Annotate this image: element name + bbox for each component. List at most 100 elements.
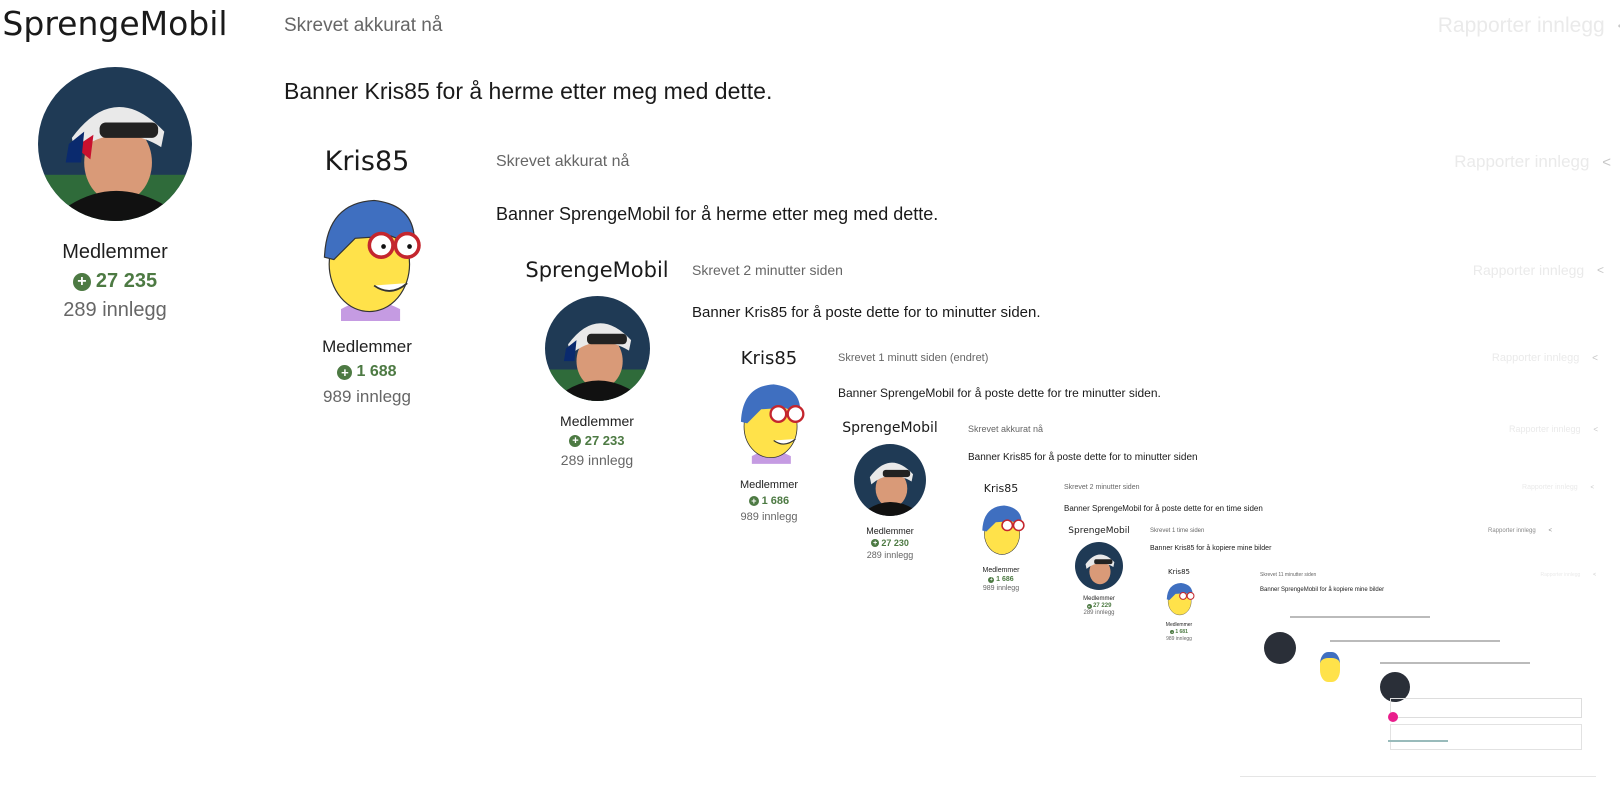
member-group: Medlemmer: [982, 567, 1020, 574]
post-meta: Skrevet 2 minutter siden Rapporter innle…: [692, 262, 1604, 278]
avatar[interactable]: [544, 296, 650, 401]
posted-time[interactable]: Skrevet akkurat nå: [496, 153, 629, 171]
report-post-link[interactable]: Rapporter innlegg: [1473, 262, 1584, 278]
post-body: Skrevet 2 minutter siden Rapporter innle…: [1064, 484, 1594, 513]
plus-circle-icon: +: [748, 496, 759, 506]
author-name[interactable]: Kris85: [1168, 568, 1190, 576]
share-icon[interactable]: <: [1548, 528, 1552, 534]
plus-circle-icon: +: [988, 576, 995, 583]
posted-time[interactable]: Skrevet 1 time siden: [1150, 528, 1204, 534]
share-icon[interactable]: <: [1593, 572, 1596, 578]
post-actions: Rapporter innlegg <: [1454, 152, 1611, 172]
post-actions: Rapporter innlegg <: [1492, 352, 1598, 364]
post-count: 989 innlegg: [323, 387, 411, 406]
reputation-value: 27 233: [584, 433, 625, 448]
reputation-value: 1 686: [761, 495, 790, 507]
plus-circle-icon: +: [1170, 630, 1175, 634]
post-body: Skrevet 1 time siden Rapporter innlegg <…: [1150, 528, 1552, 552]
posted-time[interactable]: Skrevet 2 minutter siden: [1064, 484, 1139, 491]
posted-time[interactable]: Skrevet akkurat nå: [284, 15, 442, 37]
posted-time[interactable]: Skrevet 2 minutter siden: [692, 262, 843, 278]
avatar[interactable]: [975, 501, 1027, 559]
posted-time[interactable]: Skrevet akkurat nå: [968, 424, 1043, 434]
post-count: 289 innlegg: [63, 299, 167, 321]
author-name[interactable]: Kris85: [984, 482, 1019, 495]
divider: [1240, 776, 1596, 777]
share-icon[interactable]: <: [1597, 263, 1604, 277]
author-name[interactable]: Kris85: [741, 348, 798, 369]
post-meta: Skrevet akkurat nå Rapporter innlegg <: [968, 424, 1598, 434]
avatar[interactable]: [1162, 580, 1196, 618]
skier-avatar-image: [854, 444, 926, 516]
post-content: Banner Kris85 for å herme etter meg med …: [284, 78, 773, 104]
post-body: Skrevet 2 minutter siden Rapporter innle…: [692, 262, 1604, 321]
reputation-value: 1 681: [1175, 629, 1188, 635]
author-name[interactable]: SprengeMobil: [525, 258, 668, 282]
post-body: Skrevet 1 minutt siden (endret) Rapporte…: [838, 352, 1598, 400]
report-post-link[interactable]: Rapporter innlegg: [1488, 528, 1536, 534]
post-count: 289 innlegg: [1083, 610, 1115, 616]
avatar[interactable]: [854, 444, 926, 516]
member-group: Medlemmer: [1083, 596, 1115, 602]
post-content: Banner SprengeMobil for å poste dette fo…: [838, 386, 1161, 400]
report-post-link[interactable]: Rapporter innlegg: [1541, 572, 1581, 578]
posted-time[interactable]: Skrevet 11 minutter siden: [1260, 572, 1316, 578]
post-meta: Skrevet 2 minutter siden Rapporter innle…: [1064, 484, 1594, 491]
post-body: Skrevet akkurat nå Rapporter innlegg < B…: [496, 152, 1611, 225]
skier-avatar-image: [38, 67, 192, 221]
author-panel: SprengeMobil Medlemmer + 27 230 289 innl…: [840, 420, 940, 560]
post-actions: Rapporter innlegg <: [1488, 528, 1552, 534]
avatar[interactable]: [1075, 542, 1123, 590]
member-group: Medlemmer: [62, 241, 168, 263]
share-icon[interactable]: <: [1592, 353, 1598, 364]
post-count: 989 innlegg: [982, 585, 1020, 592]
nested-thread-remainder: [1240, 600, 1596, 780]
reputation: + 1 686: [988, 576, 1014, 583]
post-actions: Rapporter innlegg <: [1541, 572, 1596, 578]
post-count: 289 innlegg: [866, 550, 914, 560]
plus-circle-icon: +: [1086, 603, 1092, 609]
cartoon-avatar-image: [740, 384, 805, 464]
avatar[interactable]: [307, 191, 427, 321]
avatar[interactable]: [38, 67, 192, 221]
share-icon[interactable]: <: [1602, 154, 1611, 171]
post-actions: Rapporter innlegg <: [1522, 484, 1594, 491]
author-panel: SprengeMobil Medlemmer + 27 229 289 innl…: [1064, 526, 1134, 616]
skier-avatar-image: [544, 296, 650, 401]
post-content: Banner SprengeMobil for å herme etter me…: [496, 204, 939, 224]
report-post-link[interactable]: Rapporter innlegg: [1454, 152, 1589, 172]
text-line: [1290, 616, 1430, 618]
reputation: + 1 686: [748, 495, 790, 507]
author-name[interactable]: Kris85: [325, 146, 410, 177]
author-panel: SprengeMobil Medlemmer + 27 233 289 innl…: [514, 258, 680, 468]
post-count: 289 innlegg: [560, 452, 634, 468]
post-meta: Skrevet 1 minutt siden (endret) Rapporte…: [838, 352, 1598, 364]
plus-circle-icon: +: [337, 364, 353, 380]
skier-avatar-image: [1075, 542, 1123, 590]
report-post-link[interactable]: Rapporter innlegg: [1438, 14, 1605, 38]
report-post-link[interactable]: Rapporter innlegg: [1522, 484, 1578, 491]
plus-circle-icon: +: [871, 539, 880, 547]
input-box: [1390, 698, 1582, 718]
report-post-link[interactable]: Rapporter innlegg: [1492, 352, 1579, 364]
avatar: [1264, 632, 1296, 664]
post-meta: Skrevet akkurat nå Rapporter innlegg <: [284, 14, 1620, 38]
share-icon[interactable]: <: [1590, 485, 1594, 491]
avatar[interactable]: [730, 377, 808, 465]
member-group: Medlemmer: [1165, 622, 1193, 628]
post-body: Skrevet akkurat nå Rapporter innlegg < B…: [968, 424, 1598, 463]
author-panel: Kris85 Medlemmer + 1 688 989 innlegg: [296, 146, 438, 407]
plus-circle-icon: +: [569, 434, 582, 447]
share-icon[interactable]: <: [1593, 425, 1598, 434]
post-count: 989 innlegg: [1166, 636, 1192, 642]
post-body: Skrevet 11 minutter siden Rapporter innl…: [1260, 572, 1596, 593]
reputation: + 27 233: [569, 433, 625, 448]
author-name[interactable]: SprengeMobil: [1068, 526, 1129, 536]
report-post-link[interactable]: Rapporter innlegg: [1509, 424, 1581, 434]
author-name[interactable]: SprengeMobil: [842, 420, 938, 436]
reputation: + 27 235: [72, 270, 157, 293]
text-line: [1330, 640, 1500, 642]
member-group: Medlemmer: [560, 413, 634, 429]
author-name[interactable]: SprengeMobil: [2, 4, 227, 43]
posted-time[interactable]: Skrevet 1 minutt siden (endret): [838, 352, 988, 364]
